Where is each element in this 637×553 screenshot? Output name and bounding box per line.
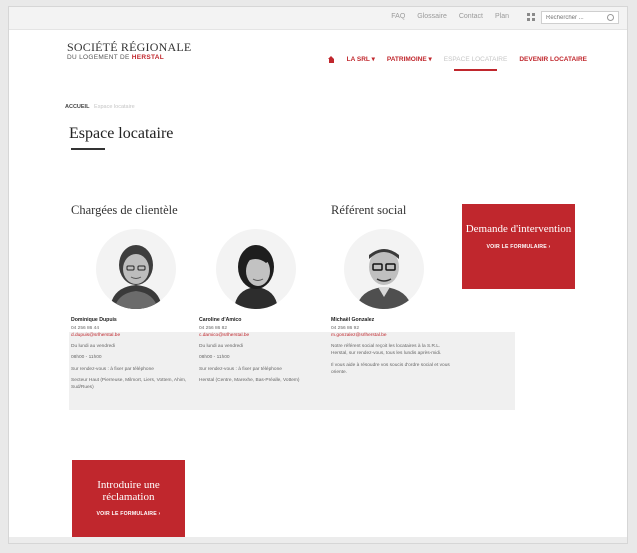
browser-page: FAQ Glossaire Contact Plan SOCIÉTÉ RÉGIO…	[8, 6, 628, 544]
contact-name: Caroline d'Amico	[199, 317, 242, 323]
contact-link[interactable]: Contact	[459, 13, 483, 20]
grid-menu-icon[interactable]	[527, 13, 535, 21]
contact-sector: Herstal (Centre, Marexhe, Bas-Préalle, V…	[199, 377, 300, 383]
contact-name: Michaël Gonzalez	[331, 317, 375, 323]
contact-sector: Secteur Haut (Pierreuse, Milmort, Liers,…	[71, 377, 187, 390]
portrait-caroline	[216, 229, 296, 309]
logo-line-1: SOCIÉTÉ RÉGIONALE	[67, 40, 192, 54]
breadcrumb-current: Espace locataire	[94, 104, 135, 110]
nav-item-devenir-locataire[interactable]: DEVENIR LOCATAIRE	[519, 56, 587, 63]
contact-name: Dominique Dupuis	[71, 317, 117, 323]
intervention-request-box[interactable]: Demande d'intervention VOIR LE FORMULAIR…	[462, 204, 575, 289]
footer-edge	[9, 537, 627, 543]
logo-line-2: DU LOGEMENT DE HERSTAL	[67, 54, 191, 62]
contact-card-caroline: Caroline d'Amico 04 256 86 82 c.damico@s…	[199, 317, 319, 388]
home-icon[interactable]	[327, 55, 335, 63]
contact-phone: 04 256 86 82	[199, 325, 228, 331]
top-utility-bar: FAQ Glossaire Contact Plan	[9, 7, 627, 30]
complaint-box[interactable]: Introduire une réclamation VOIR LE FORMU…	[72, 460, 185, 540]
intervention-form-button[interactable]: VOIR LE FORMULAIRE ›	[462, 244, 575, 250]
site-logo[interactable]: SOCIÉTÉ RÉGIONALE DU LOGEMENT DE HERSTAL	[67, 41, 191, 62]
contact-email-link[interactable]: m.gonzalez@srlherstal.be	[331, 332, 451, 339]
sitemap-link[interactable]: Plan	[495, 13, 509, 20]
contact-hours-time: 08h00 - 11h00	[71, 355, 102, 361]
complaint-form-button[interactable]: VOIR LE FORMULAIRE ›	[72, 511, 185, 517]
page-title: Espace locataire	[69, 125, 174, 142]
logo-line-2-highlight: HERSTAL	[131, 54, 165, 61]
contact-hours-days: Du lundi au vendredi	[71, 344, 116, 350]
main-navigation: LA SRL ▾ PATRIMOINE ▾ ESPACE LOCATAIRE D…	[327, 55, 587, 71]
contact-phone: 04 256 86 44	[71, 325, 100, 331]
contact-hours-days: Du lundi au vendredi	[199, 344, 244, 350]
complaint-title: Introduire une réclamation	[97, 479, 160, 503]
breadcrumb: ACCUEIL Espace locataire	[65, 104, 135, 110]
nav-item-espace-locataire[interactable]: ESPACE LOCATAIRE	[444, 56, 507, 71]
contact-hours-time: 08h00 - 11h00	[199, 355, 230, 361]
section-heading-social: Référent social	[331, 203, 407, 217]
contact-card-dominique: Dominique Dupuis 04 256 86 44 d.dupuis@s…	[71, 317, 191, 395]
contact-description-2: Il vous aide à résoudre vos soucis d'ord…	[331, 362, 450, 375]
title-underline	[71, 148, 105, 150]
contact-email-link[interactable]: d.dupuis@srlherstal.be	[71, 332, 191, 339]
breadcrumb-home[interactable]: ACCUEIL	[65, 104, 89, 110]
faq-link[interactable]: FAQ	[391, 13, 405, 20]
contact-card-michael: Michaël Gonzalez 04 256 86 92 m.gonzalez…	[331, 317, 451, 380]
section-heading-clientele: Chargées de clientèle	[71, 203, 178, 217]
contact-email-link[interactable]: c.damico@srlherstal.be	[199, 332, 319, 339]
utility-links: FAQ Glossaire Contact Plan	[391, 13, 509, 20]
portrait-dominique	[96, 229, 176, 309]
contact-description: Notre référent social reçoit les locatai…	[331, 344, 442, 357]
contact-appointment: Sur rendez-vous : à fixer par téléphone	[199, 366, 282, 372]
nav-item-la-srl[interactable]: LA SRL ▾	[347, 55, 375, 63]
logo-line-2-prefix: DU LOGEMENT DE	[67, 54, 132, 61]
contact-phone: 04 256 86 92	[331, 325, 360, 331]
intervention-title: Demande d'intervention	[465, 223, 572, 235]
nav-item-patrimoine[interactable]: PATRIMOINE ▾	[387, 55, 432, 63]
contact-appointment: Sur rendez-vous : à fixer par téléphone	[71, 366, 154, 372]
portrait-michael	[344, 229, 424, 309]
glossary-link[interactable]: Glossaire	[417, 13, 447, 20]
search-icon[interactable]	[607, 14, 614, 21]
